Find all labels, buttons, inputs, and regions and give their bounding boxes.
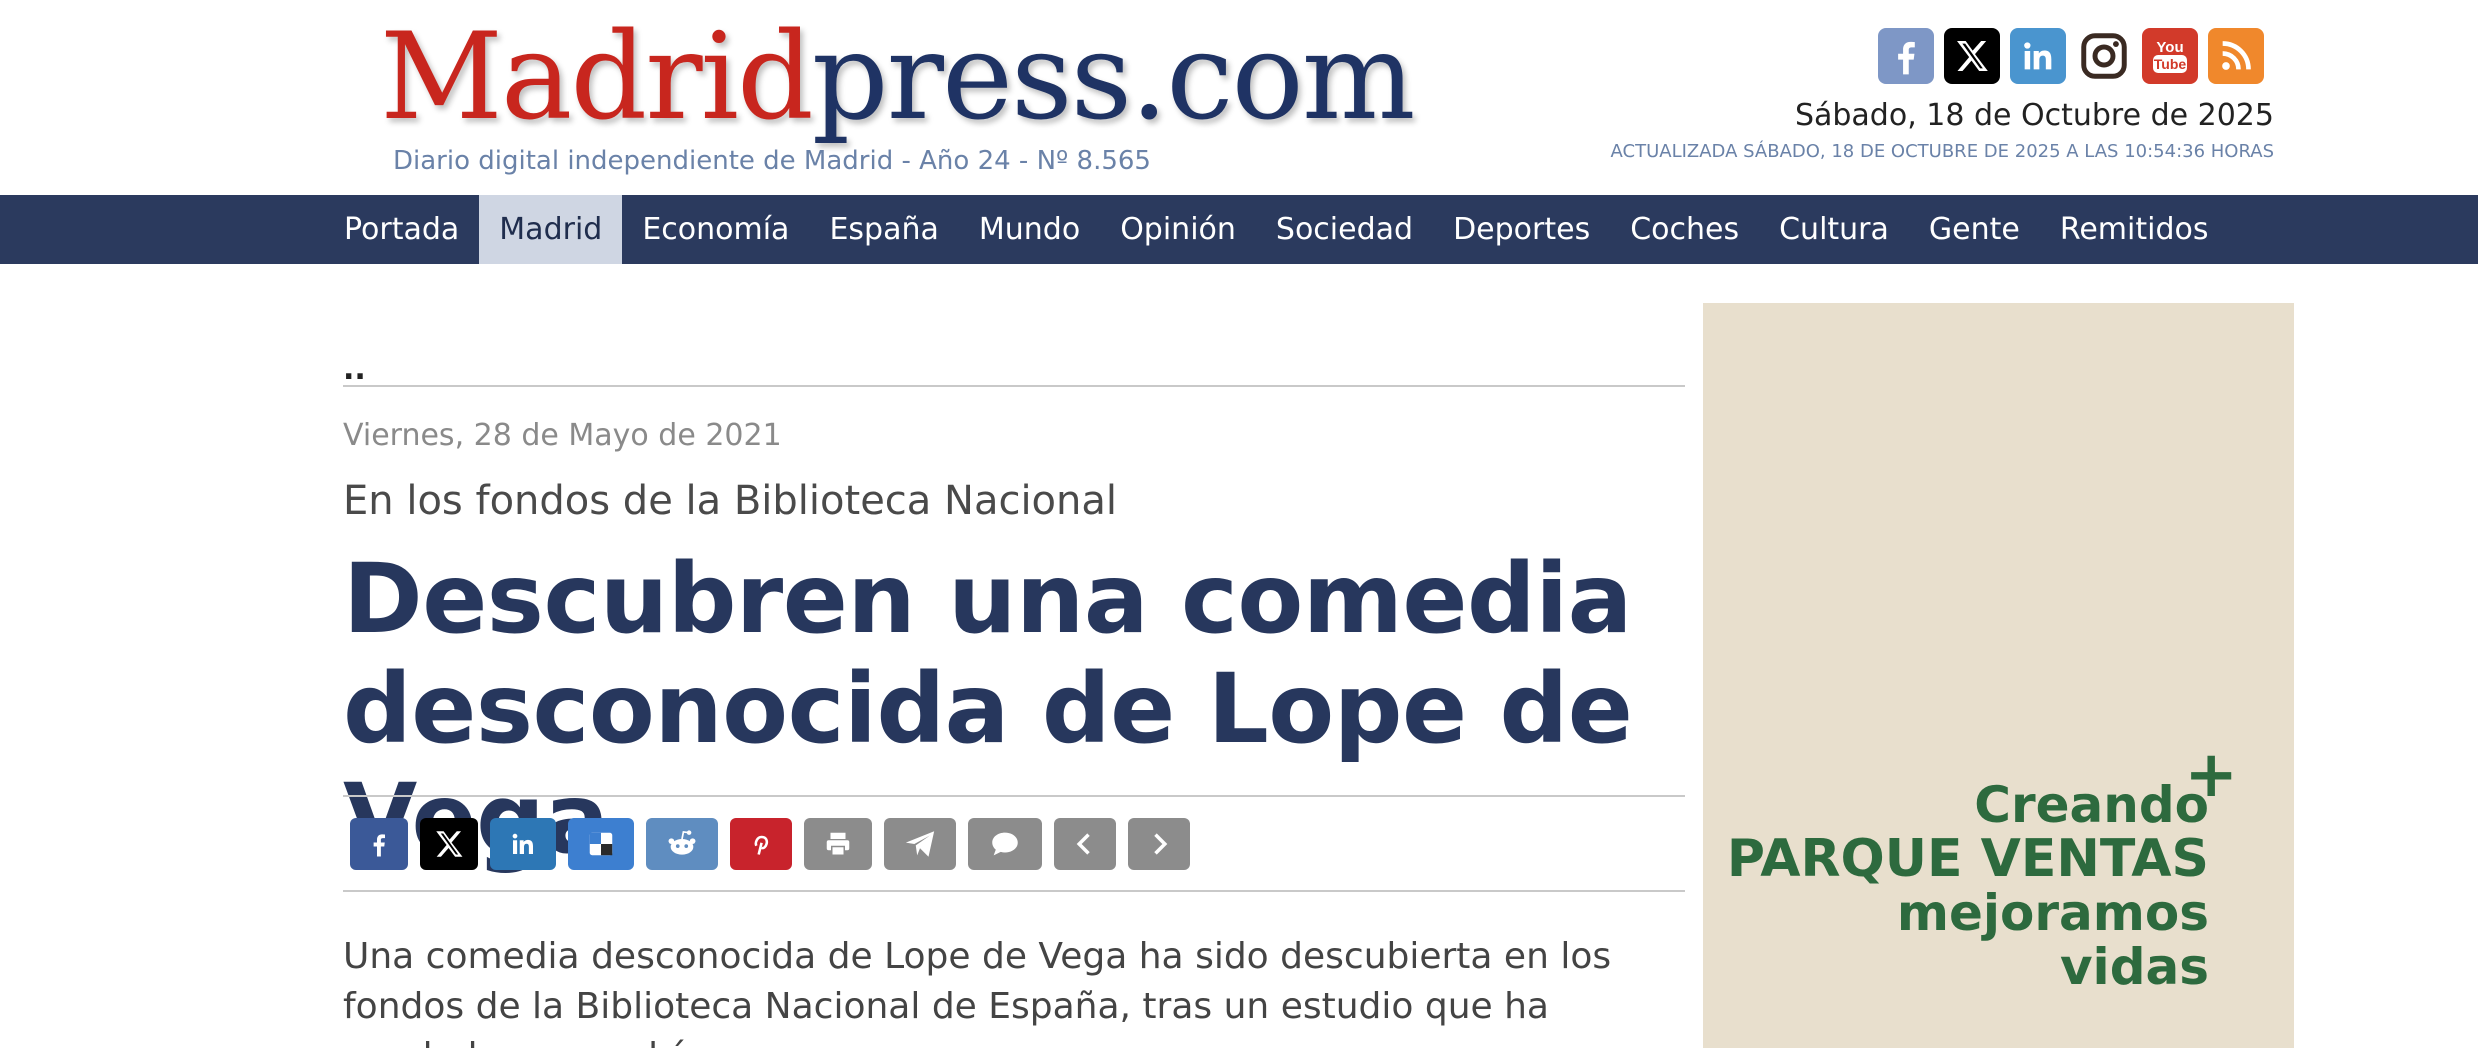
section-marker: .. (343, 352, 366, 387)
nav-item-economia[interactable]: Economía (622, 195, 809, 264)
advertisement[interactable]: + Creando PARQUE VENTAS mejoramos vidas (1703, 303, 2294, 1048)
site-header: Madridpress.com Diario digital independi… (0, 0, 2478, 195)
nav-item-portada[interactable]: Portada (324, 195, 479, 264)
logo-press: press.com (811, 8, 1416, 147)
share-x-icon[interactable] (420, 818, 478, 870)
site-logo[interactable]: Madridpress.com (380, 8, 1416, 148)
share-delicious-icon[interactable] (568, 818, 634, 870)
nav-item-cultura[interactable]: Cultura (1759, 195, 1909, 264)
article-body: Una comedia desconocida de Lope de Vega … (343, 936, 1612, 1048)
ad-line-1: Creando (1974, 776, 2209, 834)
main-nav: Portada Madrid Economía España Mundo Opi… (0, 195, 2478, 264)
share-reddit-icon[interactable] (646, 818, 718, 870)
divider (343, 890, 1685, 892)
article-kicker: En los fondos de la Biblioteca Nacional (343, 478, 1118, 524)
share-bar (350, 818, 1190, 870)
share-pinterest-icon[interactable] (730, 818, 792, 870)
comment-icon[interactable] (968, 818, 1042, 870)
site-tagline: Diario digital independiente de Madrid -… (393, 146, 1151, 176)
social-links: You Tube (1878, 28, 2264, 84)
send-icon[interactable] (884, 818, 956, 870)
nav-item-remitidos[interactable]: Remitidos (2040, 195, 2229, 264)
divider (343, 385, 1685, 387)
share-linkedin-icon[interactable] (490, 818, 556, 870)
nav-item-coches[interactable]: Coches (1610, 195, 1759, 264)
nav-item-deportes[interactable]: Deportes (1433, 195, 1610, 264)
current-date: Sábado, 18 de Octubre de 2025 (1794, 98, 2274, 133)
ad-line-4: vidas (2059, 938, 2209, 996)
rss-icon[interactable] (2208, 28, 2264, 84)
nav-item-opinion[interactable]: Opinión (1100, 195, 1256, 264)
x-icon[interactable] (1944, 28, 2000, 84)
previous-icon[interactable] (1054, 818, 1116, 870)
svg-text:You: You (2156, 39, 2183, 56)
instagram-icon[interactable] (2076, 28, 2132, 84)
nav-item-mundo[interactable]: Mundo (959, 195, 1100, 264)
facebook-icon[interactable] (1878, 28, 1934, 84)
linkedin-icon[interactable] (2010, 28, 2066, 84)
next-icon[interactable] (1128, 818, 1190, 870)
svg-text:Tube: Tube (2154, 56, 2187, 72)
ad-line-3: mejoramos (1896, 884, 2209, 942)
logo-madrid: Madrid (380, 8, 814, 147)
print-icon[interactable] (804, 818, 872, 870)
divider (343, 795, 1685, 797)
nav-item-sociedad[interactable]: Sociedad (1256, 195, 1433, 264)
ad-text: Creando PARQUE VENTAS mejoramos vidas (1727, 778, 2209, 994)
share-facebook-icon[interactable] (350, 818, 408, 870)
article-date: Viernes, 28 de Mayo de 2021 (343, 418, 782, 453)
ad-line-2: PARQUE VENTAS (1726, 829, 2209, 889)
nav-item-espana[interactable]: España (809, 195, 958, 264)
last-updated: ACTUALIZADA SÁBADO, 18 DE OCTUBRE DE 202… (1610, 141, 2274, 162)
youtube-icon[interactable]: You Tube (2142, 28, 2198, 84)
nav-item-gente[interactable]: Gente (1909, 195, 2040, 264)
nav-item-madrid[interactable]: Madrid (479, 195, 623, 264)
